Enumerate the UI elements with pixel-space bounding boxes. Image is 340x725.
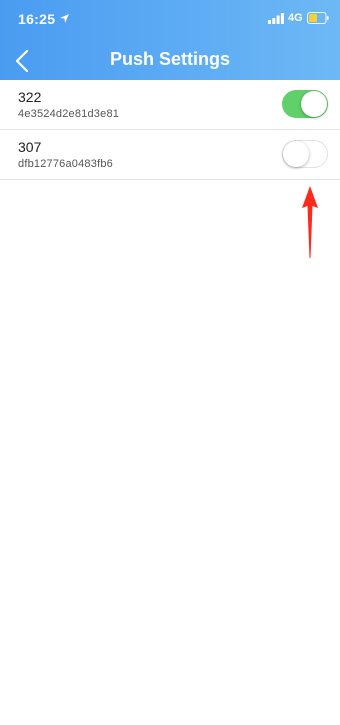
device-list: 322 4e3524d2e81d3e81 307 dfb12776a0483fb… [0,80,340,180]
network-type: 4G [288,12,303,24]
list-item: 322 4e3524d2e81d3e81 [0,80,340,130]
annotation-arrow-icon [302,186,318,258]
status-bar: 16:25 4G [0,0,340,38]
device-name: 307 [18,139,42,155]
battery-icon [307,12,329,24]
location-arrow-icon [60,14,69,23]
status-time: 16:25 [18,11,56,27]
push-toggle[interactable] [282,140,328,168]
page-title: Push Settings [109,49,230,69]
cellular-signal-icon [268,13,284,24]
device-name: 322 [18,89,42,105]
device-id: dfb12776a0483fb6 [18,158,113,170]
device-id: 4e3524d2e81d3e81 [18,108,120,120]
list-item: 307 dfb12776a0483fb6 [0,130,340,180]
push-toggle[interactable] [282,90,328,118]
nav-header: 16:25 4G Push Settings [0,0,340,80]
toggle-knob [301,91,327,117]
toggle-knob [283,141,309,167]
